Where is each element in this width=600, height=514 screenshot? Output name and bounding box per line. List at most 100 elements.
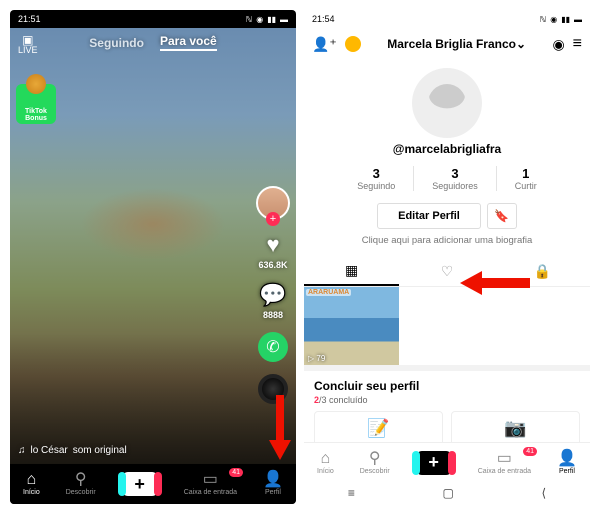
- status-bar: 21:51 ℕ ◉ ▮▮ ▬: [10, 10, 296, 28]
- author-avatar[interactable]: [256, 186, 290, 220]
- share-whatsapp[interactable]: ✆: [258, 332, 288, 362]
- edit-row: Editar Perfil 🔖: [304, 203, 590, 229]
- profile-icon: 👤: [263, 472, 283, 488]
- thumb-location: ARARUAMA: [306, 289, 351, 296]
- sys-back-icon[interactable]: ⟨: [541, 486, 546, 500]
- whatsapp-icon: ✆: [258, 332, 288, 362]
- stat-n: 3: [357, 166, 395, 181]
- nav-profile[interactable]: 👤 Perfil: [263, 472, 283, 496]
- tab-following[interactable]: Seguindo: [89, 36, 144, 50]
- nav-profile-label: Perfil: [265, 489, 281, 496]
- chevron-down-icon: ⌄: [516, 37, 526, 51]
- system-nav: ≡ ▢ ⟨: [304, 482, 590, 504]
- edit-profile-button[interactable]: Editar Perfil: [377, 203, 481, 229]
- comment-action[interactable]: 💬 8888: [259, 282, 286, 320]
- sys-recent-icon[interactable]: ≡: [348, 486, 355, 500]
- stat-following[interactable]: 3 Seguindo: [339, 166, 414, 191]
- nav-inbox-label: Caixa de entrada: [184, 489, 237, 496]
- nav-create[interactable]: +: [416, 451, 452, 475]
- bonus-l1: TikTok: [25, 108, 47, 115]
- nav-discover[interactable]: ⚲ Descobrir: [360, 451, 390, 475]
- feed-tabs: Seguindo Para você: [10, 34, 296, 51]
- profile-header: 👤⁺ Marcela Briglia Franco⌄ ◉ ≡: [304, 28, 590, 60]
- status-time: 21:54: [312, 14, 335, 24]
- nav-discover-label: Descobrir: [66, 489, 96, 496]
- add-friend-icon[interactable]: 👤⁺: [312, 36, 337, 53]
- sys-home-icon[interactable]: ▢: [442, 486, 453, 500]
- feed-sidebar: ♥ 636.8K 💬 8888 ✆: [256, 186, 290, 404]
- caption-user: lo César: [31, 445, 68, 456]
- nav-profile-label: Perfil: [559, 468, 575, 475]
- inbox-badge: 41: [229, 468, 243, 477]
- video-thumb-empty: [495, 287, 590, 365]
- status-icons: ℕ ◉ ▮▮ ▬: [540, 15, 582, 24]
- stat-n: 1: [515, 166, 537, 181]
- stat-l: Seguindo: [357, 181, 395, 191]
- complete-title: Concluir seu perfil: [314, 379, 580, 393]
- battery-icon: ▬: [574, 15, 582, 24]
- nav-home-label: Início: [317, 468, 334, 475]
- nav-inbox[interactable]: ▭ 41 Caixa de entrada: [184, 472, 237, 496]
- profile-tabs: ▦ ♡ 🔒: [304, 256, 590, 287]
- annotation-arrow-right: [460, 268, 530, 298]
- phone-feed: 21:51 ℕ ◉ ▮▮ ▬ ▣ LIVE Seguindo Para você…: [10, 10, 296, 504]
- signal-icon: ▮▮: [267, 15, 276, 24]
- like-action[interactable]: ♥ 636.8K: [258, 232, 287, 270]
- signal-icon: ▮▮: [561, 15, 570, 24]
- bio-hint[interactable]: Clique aqui para adicionar uma biografia: [304, 235, 590, 246]
- account-switcher[interactable]: Marcela Briglia Franco⌄: [387, 37, 526, 51]
- plus-icon: +: [428, 452, 439, 473]
- caption[interactable]: ♫ lo César som original: [18, 445, 127, 456]
- comment-count: 8888: [263, 310, 283, 320]
- camera-icon: 📷: [456, 418, 575, 439]
- lock-icon: 🔒: [534, 263, 551, 280]
- grid-icon: ▦: [345, 262, 358, 279]
- status-bar: 21:54 ℕ ◉ ▮▮ ▬: [304, 10, 590, 28]
- tab-for-you[interactable]: Para você: [160, 34, 217, 51]
- nav-home[interactable]: ⌂ Início: [317, 451, 334, 475]
- profile-avatar[interactable]: [412, 68, 482, 138]
- account-name: Marcela Briglia Franco: [387, 37, 516, 51]
- heart-icon: ♥: [266, 232, 279, 258]
- bonus-l2: Bonus: [25, 115, 47, 122]
- stat-l: Seguidores: [432, 181, 478, 191]
- bonus-badge[interactable]: TikTok Bonus: [16, 84, 56, 124]
- complete-progress: 2/3 concluído: [314, 395, 580, 405]
- coin-icon[interactable]: [345, 36, 361, 52]
- nfc-icon: ℕ: [246, 15, 252, 24]
- thumb-views: ▷ 79: [308, 354, 325, 363]
- bookmark-button[interactable]: 🔖: [487, 203, 517, 229]
- bookmark-icon: 🔖: [494, 209, 509, 223]
- home-icon: ⌂: [321, 451, 331, 467]
- inbox-icon: ▭: [203, 472, 218, 488]
- stat-likes[interactable]: 1 Curtir: [497, 166, 555, 191]
- eye-icon[interactable]: ◉: [552, 36, 564, 53]
- nav-inbox-label: Caixa de entrada: [478, 468, 531, 475]
- nav-profile[interactable]: 👤 Perfil: [557, 451, 577, 475]
- video-grid: ARARUAMA ▷ 79: [304, 287, 590, 365]
- bottom-nav: ⌂ Início ⚲ Descobrir + ▭ 41 Caixa de ent…: [10, 464, 296, 504]
- search-icon: ⚲: [369, 451, 381, 467]
- status-time: 21:51: [18, 14, 41, 24]
- nfc-icon: ℕ: [540, 15, 546, 24]
- profile-stats: 3 Seguindo 3 Seguidores 1 Curtir: [304, 166, 590, 191]
- nav-home[interactable]: ⌂ Início: [23, 472, 40, 496]
- profile-handle: @marcelabrigliafra: [304, 142, 590, 156]
- video-thumb[interactable]: ARARUAMA ▷ 79: [304, 287, 399, 365]
- stat-l: Curtir: [515, 181, 537, 191]
- inbox-badge: 41: [523, 447, 537, 456]
- plus-icon: +: [134, 474, 145, 495]
- wifi-icon: ◉: [550, 15, 557, 24]
- profile-icon: 👤: [557, 451, 577, 467]
- phone-profile: 21:54 ℕ ◉ ▮▮ ▬ 👤⁺ Marcela Briglia Franco…: [304, 10, 590, 504]
- stat-followers[interactable]: 3 Seguidores: [414, 166, 497, 191]
- video-feed[interactable]: ▣ LIVE Seguindo Para você TikTok Bonus ♥…: [10, 28, 296, 464]
- nav-inbox[interactable]: ▭ 41 Caixa de entrada: [478, 451, 531, 475]
- pencil-icon: 📝: [319, 418, 438, 439]
- battery-icon: ▬: [280, 15, 288, 24]
- nav-create[interactable]: +: [122, 472, 158, 496]
- music-icon: ♫: [18, 445, 26, 456]
- menu-icon[interactable]: ≡: [573, 35, 582, 53]
- nav-discover[interactable]: ⚲ Descobrir: [66, 472, 96, 496]
- tab-grid[interactable]: ▦: [304, 256, 399, 286]
